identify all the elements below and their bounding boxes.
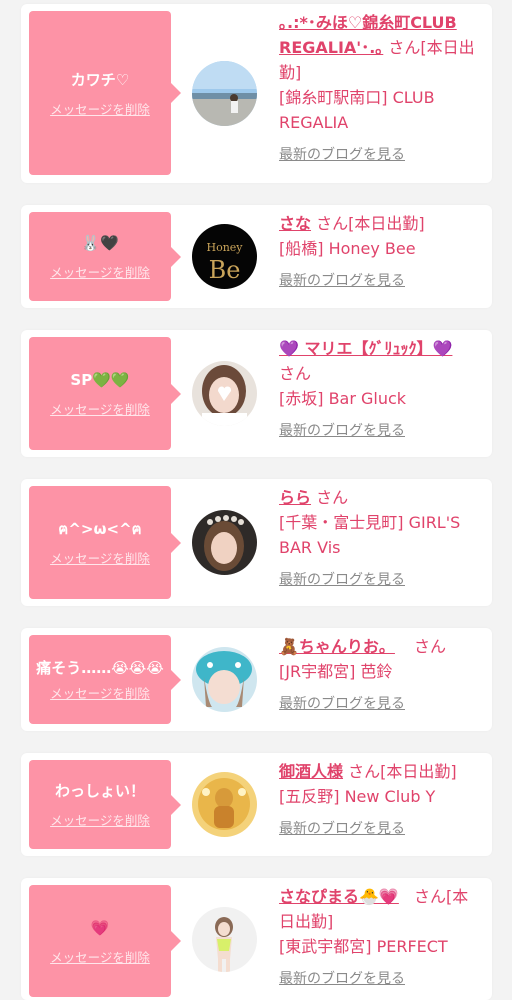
cast-name-link[interactable]: さなぴまる🐣💗 bbox=[279, 887, 399, 906]
avatar-logo-text: Honey bbox=[206, 241, 243, 254]
memo-text: ฅ^>ω<^ฅ bbox=[58, 520, 142, 538]
cast-name-link[interactable]: さな bbox=[279, 214, 311, 233]
list-item: 痛そう……😭😭😭 メッセージを削除 🧸ちゃんりお。 さん [JR宇都宮] 芭鈴 … bbox=[21, 628, 492, 731]
message-list: カワチ♡ メッセージを削除 ｡.:*･みほ♡錦糸町CLUB REGALIA'･.… bbox=[0, 0, 512, 1000]
memo-bubble: わっしょい！ メッセージを削除 bbox=[29, 760, 181, 849]
cast-info: 💜 マリエ【ｸﾞﾘｭｯｸ】💜 さん [赤坂] Bar Gluck 最新のブログを… bbox=[279, 336, 484, 444]
san-label: さん bbox=[316, 488, 349, 507]
blog-link[interactable]: 最新のブログを見る bbox=[279, 692, 484, 717]
cast-name-link[interactable]: 💜 マリエ【ｸﾞﾘｭｯｸ】💜 bbox=[279, 339, 452, 358]
list-item: ฅ^>ω<^ฅ メッセージを削除 らら さん [千葉・富士見町] GIRL'S … bbox=[21, 479, 492, 606]
avatar[interactable] bbox=[192, 61, 257, 126]
avatar[interactable] bbox=[192, 647, 257, 712]
shop-label: [赤坂] Bar Gluck bbox=[279, 389, 407, 408]
blog-link[interactable]: 最新のブログを見る bbox=[279, 269, 484, 294]
san-label: さん bbox=[279, 364, 312, 383]
avatar[interactable] bbox=[192, 510, 257, 575]
memo-bubble: ฅ^>ω<^ฅ メッセージを削除 bbox=[29, 486, 181, 599]
memo-text: SP💚💚 bbox=[70, 371, 130, 389]
cast-info: 御酒人様 さん[本日出勤] [五反野] New Club Y 最新のブログを見る bbox=[279, 759, 484, 842]
shop-label: [五反野] New Club Y bbox=[279, 787, 436, 806]
cast-info: ｡.:*･みほ♡錦糸町CLUB REGALIA'･.｡ さん[本日出勤] [錦糸… bbox=[279, 10, 484, 168]
list-item: 💗 メッセージを削除 さなぴまる🐣💗 さん[本日出勤] [東武宇都宮] PERF… bbox=[21, 878, 492, 1000]
san-label: さん[本日出勤] bbox=[348, 762, 457, 781]
memo-bubble: SP💚💚 メッセージを削除 bbox=[29, 337, 181, 450]
cast-info: さなぴまる🐣💗 さん[本日出勤] [東武宇都宮] PERFECT 最新のブログを… bbox=[279, 884, 484, 992]
shop-label: [東武宇都宮] PERFECT bbox=[279, 937, 448, 956]
avatar[interactable]: Honey Be bbox=[192, 224, 257, 289]
list-item: わっしょい！ メッセージを削除 御酒人様 さん[本日出勤] [五反野] New … bbox=[21, 753, 492, 856]
shop-label: [JR宇都宮] 芭鈴 bbox=[279, 662, 393, 681]
delete-message-link[interactable]: メッセージを削除 bbox=[50, 548, 150, 567]
blog-link[interactable]: 最新のブログを見る bbox=[279, 419, 484, 444]
delete-message-link[interactable]: メッセージを削除 bbox=[50, 683, 150, 702]
delete-message-link[interactable]: メッセージを削除 bbox=[50, 399, 150, 418]
blog-link[interactable]: 最新のブログを見る bbox=[279, 817, 484, 842]
san-label: さん[本日出勤] bbox=[316, 214, 425, 233]
list-item: 🐰🖤 メッセージを削除 Honey Be さな さん[本日出勤] [船橋] Ho… bbox=[21, 205, 492, 308]
memo-text: 💗 bbox=[90, 918, 110, 937]
blog-link[interactable]: 最新のブログを見る bbox=[279, 143, 484, 168]
shop-label: [船橋] Honey Bee bbox=[279, 239, 416, 258]
memo-bubble: 💗 メッセージを削除 bbox=[29, 885, 181, 997]
cast-info: 🧸ちゃんりお。 さん [JR宇都宮] 芭鈴 最新のブログを見る bbox=[279, 634, 484, 717]
avatar-logo-text-large: Be bbox=[209, 256, 241, 284]
cast-name-link[interactable]: 御酒人様 bbox=[279, 762, 343, 781]
cast-info: さな さん[本日出勤] [船橋] Honey Bee 最新のブログを見る bbox=[279, 211, 484, 294]
blog-link[interactable]: 最新のブログを見る bbox=[279, 967, 484, 992]
avatar[interactable] bbox=[192, 772, 257, 837]
list-item: カワチ♡ メッセージを削除 ｡.:*･みほ♡錦糸町CLUB REGALIA'･.… bbox=[21, 4, 492, 183]
delete-message-link[interactable]: メッセージを削除 bbox=[50, 947, 150, 966]
delete-message-link[interactable]: メッセージを削除 bbox=[50, 262, 150, 281]
memo-bubble: カワチ♡ メッセージを削除 bbox=[29, 11, 181, 175]
memo-text: 痛そう……😭😭😭 bbox=[36, 659, 164, 677]
memo-text: カワチ♡ bbox=[70, 70, 130, 89]
memo-text: わっしょい！ bbox=[54, 782, 145, 800]
delete-message-link[interactable]: メッセージを削除 bbox=[50, 810, 150, 829]
list-item: SP💚💚 メッセージを削除 💜 マリエ【ｸﾞﾘｭｯｸ】💜 さん [赤坂] Bar… bbox=[21, 330, 492, 457]
shop-label: [千葉・富士見町] GIRL'S BAR Vis bbox=[279, 513, 461, 557]
shop-label: [錦糸町駅南口] CLUB REGALIA bbox=[279, 88, 435, 132]
avatar[interactable] bbox=[192, 361, 257, 426]
blog-link[interactable]: 最新のブログを見る bbox=[279, 568, 484, 593]
cast-info: らら さん [千葉・富士見町] GIRL'S BAR Vis 最新のブログを見る bbox=[279, 485, 484, 593]
cast-name-link[interactable]: らら bbox=[279, 488, 311, 507]
memo-text: 🐰🖤 bbox=[81, 234, 119, 252]
memo-bubble: 痛そう……😭😭😭 メッセージを削除 bbox=[29, 635, 181, 724]
delete-message-link[interactable]: メッセージを削除 bbox=[50, 99, 150, 118]
san-label: さん bbox=[414, 637, 447, 656]
avatar[interactable] bbox=[192, 907, 257, 972]
cast-name-link[interactable]: 🧸ちゃんりお。 bbox=[279, 637, 395, 656]
memo-bubble: 🐰🖤 メッセージを削除 bbox=[29, 212, 181, 301]
